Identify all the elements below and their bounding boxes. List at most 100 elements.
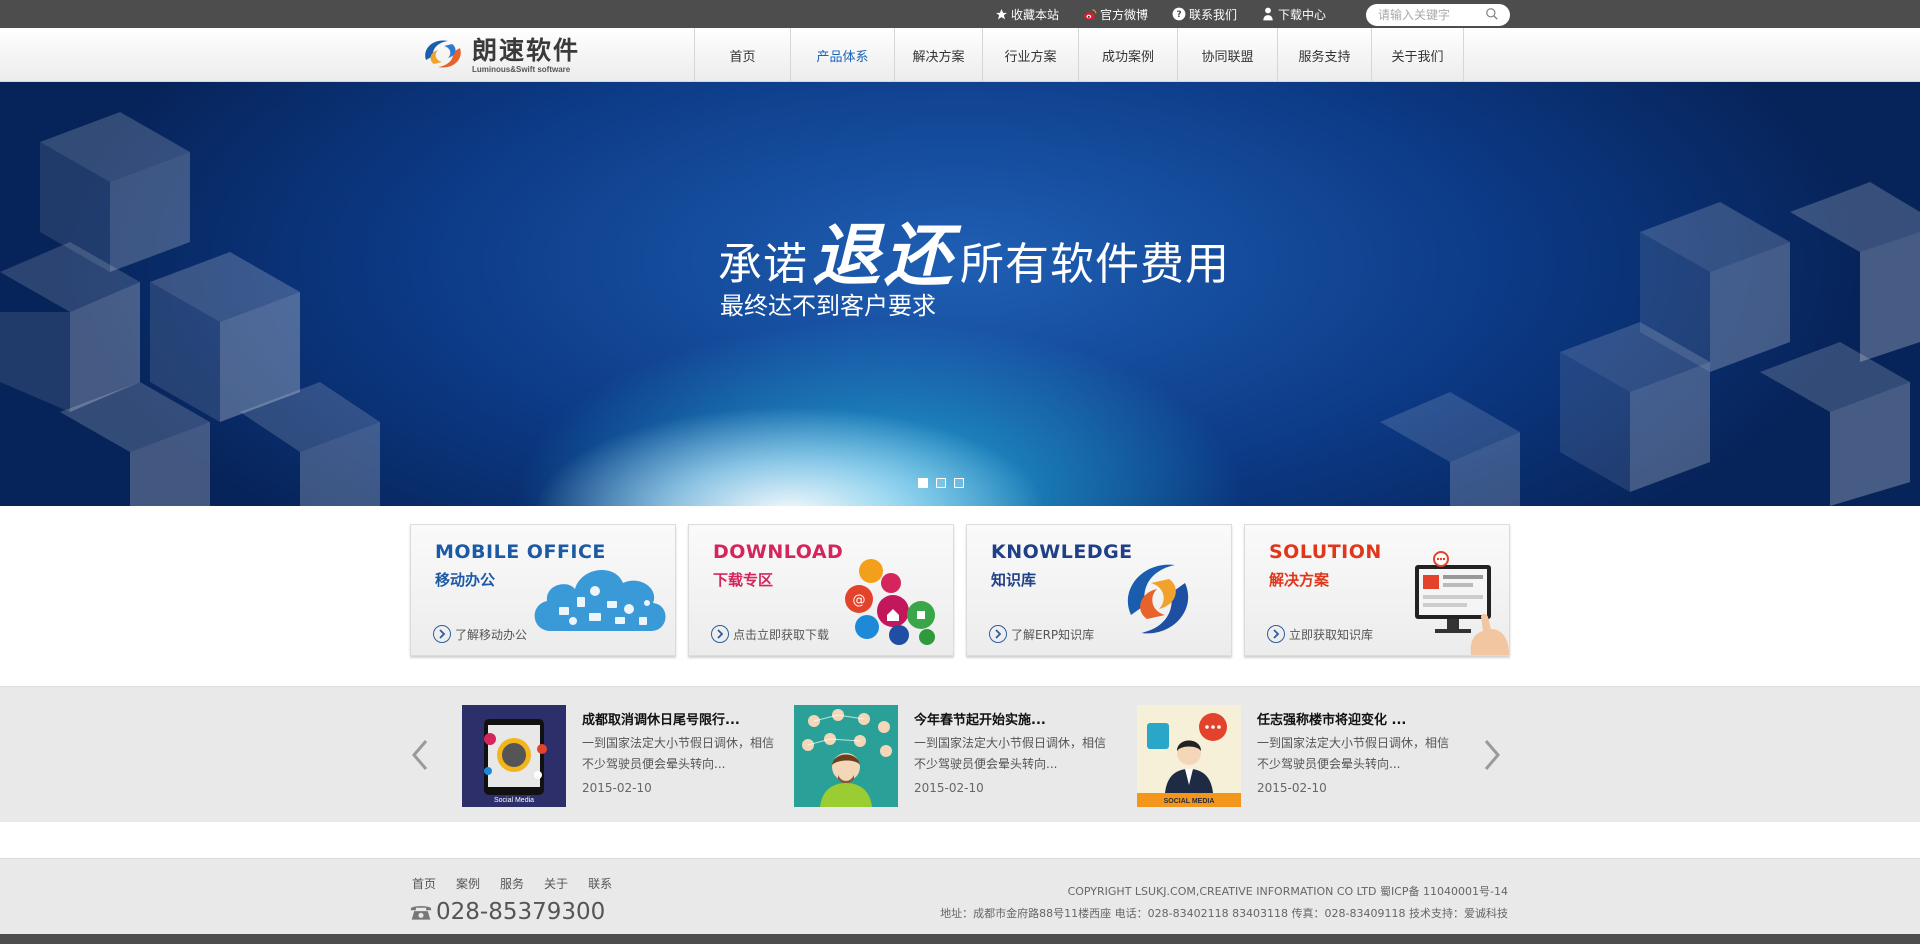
news-item[interactable]: Social Media 成都取消调休日尾号限行... 一到国家法定大小节假日调… [462, 705, 782, 807]
news-title[interactable]: 任志强称楼市将迎变化 ... [1257, 709, 1406, 728]
footer-link-home[interactable]: 首页 [412, 875, 436, 892]
chevron-left-icon [408, 740, 432, 779]
swirl-logo-icon [1117, 555, 1197, 647]
news-date: 2015-02-10 [582, 781, 652, 795]
news-thumbnail[interactable]: SOCIAL MEDIA [1137, 705, 1241, 807]
footer-nav: 首页 案例 服务 关于 联系 [412, 875, 632, 892]
news-thumbnail[interactable] [794, 705, 898, 807]
footer-link-contact[interactable]: 联系 [588, 875, 612, 892]
nav-industry[interactable]: 行业方案 [983, 28, 1079, 82]
weibo-icon [1083, 7, 1097, 21]
arrow-circle-icon [433, 625, 451, 643]
news-carousel: Social Media 成都取消调休日尾号限行... 一到国家法定大小节假日调… [0, 686, 1920, 822]
bookmark-label: 收藏本站 [1011, 7, 1060, 22]
nav-support[interactable]: 服务支持 [1278, 28, 1372, 82]
footer-phone: 028-85379300 [410, 899, 605, 925]
phone-number: 028-85379300 [436, 899, 606, 925]
arrow-circle-icon [1267, 625, 1285, 643]
card-link-label: 立即获取知识库 [1289, 627, 1374, 642]
card-link[interactable]: 了解ERP知识库 [989, 625, 1094, 643]
card-knowledge[interactable]: KNOWLEDGE 知识库 了解ERP知识库 [966, 524, 1232, 656]
banner-title-highlight: 退还 [812, 216, 957, 296]
card-link-label: 了解ERP知识库 [1011, 627, 1095, 642]
card-en-title: KNOWLEDGE [991, 541, 1133, 563]
logo-en-text: Luminous&Swift software [472, 65, 571, 74]
logo-swirl-icon [418, 34, 468, 78]
thumb-label: SOCIAL MEDIA [1164, 798, 1215, 805]
download-center-label: 下载中心 [1278, 7, 1327, 22]
news-title[interactable]: 今年春节起开始实施... [914, 709, 1046, 728]
phone-icon [410, 903, 432, 921]
card-cn-title: 移动办公 [435, 571, 496, 589]
banner-subtitle: 最终达不到客户要求 [720, 292, 936, 320]
card-cn-title: 解决方案 [1269, 571, 1330, 589]
card-en-title: SOLUTION [1269, 541, 1382, 563]
top-bar: 收藏本站 官方微博 ? 联系我们 下载中心 [0, 0, 1920, 28]
nav-solutions[interactable]: 解决方案 [895, 28, 983, 82]
news-desc: 一到国家法定大小节假日调休，相信不少驾驶员便会晕头转向... [1257, 736, 1450, 771]
footer-link-about[interactable]: 关于 [544, 875, 568, 892]
search-box [1366, 4, 1510, 26]
copyright-text: COPYRIGHT LSUKJ.COM,CREATIVE INFORMATION… [1067, 885, 1508, 898]
card-mobile-office[interactable]: MOBILE OFFICE 移动办公 了解移动办公 [410, 524, 676, 656]
news-desc: 一到国家法定大小节假日调休，相信不少驾驶员便会晕头转向... [914, 736, 1107, 771]
search-button[interactable] [1482, 5, 1502, 25]
news-thumbnail[interactable]: Social Media [462, 705, 566, 807]
slide-dot-2[interactable] [936, 478, 946, 488]
card-solution[interactable]: SOLUTION 解决方案 立即获取知识库 [1244, 524, 1510, 656]
top-links: 收藏本站 官方微博 ? 联系我们 下载中心 [994, 0, 1350, 28]
star-icon [994, 7, 1008, 21]
arrow-circle-icon [989, 625, 1007, 643]
nav-about[interactable]: 关于我们 [1372, 28, 1464, 82]
news-title[interactable]: 成都取消调休日尾号限行... [582, 709, 740, 728]
thumb-label: Social Media [494, 797, 534, 804]
weibo-link[interactable]: 官方微博 [1083, 6, 1148, 23]
footer-link-service[interactable]: 服务 [500, 875, 524, 892]
nav-cases[interactable]: 成功案例 [1079, 28, 1178, 82]
card-cn-title: 下载专区 [713, 571, 774, 589]
card-link[interactable]: 立即获取知识库 [1267, 625, 1373, 643]
logo[interactable]: 朗速软件 Luminous&Swift software [418, 34, 590, 78]
hero-banner[interactable]: 承诺 退还 所有软件费用 最终达不到客户要求 [0, 82, 1920, 506]
contact-label: 联系我们 [1189, 7, 1238, 22]
news-date: 2015-02-10 [1257, 781, 1327, 795]
footer-link-cases[interactable]: 案例 [456, 875, 480, 892]
news-prev-button[interactable] [408, 735, 432, 775]
slide-dot-3[interactable] [954, 478, 964, 488]
news-desc: 一到国家法定大小节假日调休，相信不少驾驶员便会晕头转向... [582, 736, 775, 771]
news-item[interactable]: SOCIAL MEDIA 任志强称楼市将迎变化 ... 一到国家法定大小节假日调… [1137, 705, 1457, 807]
news-item[interactable]: 今年春节起开始实施... 一到国家法定大小节假日调休，相信不少驾驶员便会晕头转向… [794, 705, 1114, 807]
news-next-button[interactable] [1480, 735, 1504, 775]
banner-title: 承诺 退还 所有软件费用 [718, 200, 1230, 299]
card-download[interactable]: DOWNLOAD 下载专区 点击立即获取下载 @ [688, 524, 954, 656]
main-nav: 首页 产品体系 解决方案 行业方案 成功案例 协同联盟 服务支持 关于我们 [694, 28, 1464, 82]
logo-cn-text: 朗速软件 [472, 36, 581, 65]
card-en-title: DOWNLOAD [713, 541, 844, 563]
search-input[interactable] [1378, 8, 1482, 22]
chevron-right-icon [1480, 740, 1504, 779]
apps-bubbles-icon: @ [837, 555, 941, 651]
download-icon [1261, 7, 1275, 21]
site-footer: 首页 案例 服务 关于 联系 028-85379300 COPYRIGHT LS… [0, 858, 1920, 934]
news-date: 2015-02-10 [914, 781, 984, 795]
nav-home[interactable]: 首页 [695, 28, 791, 82]
nav-alliance[interactable]: 协同联盟 [1178, 28, 1278, 82]
cloud-apps-icon [529, 557, 671, 639]
svg-text:?: ? [1176, 10, 1181, 20]
nav-products[interactable]: 产品体系 [791, 28, 895, 82]
card-link[interactable]: 点击立即获取下载 [711, 625, 829, 643]
feature-cards: MOBILE OFFICE 移动办公 了解移动办公 DOWNLOAD 下载专区 [410, 524, 1522, 656]
slide-dot-1[interactable] [918, 478, 928, 488]
site-header: 朗速软件 Luminous&Swift software 首页 产品体系 解决方… [0, 28, 1920, 82]
card-cn-title: 知识库 [991, 571, 1037, 589]
search-icon [1485, 6, 1499, 25]
bottom-bar [0, 934, 1920, 944]
arrow-circle-icon [711, 625, 729, 643]
bookmark-link[interactable]: 收藏本站 [994, 6, 1059, 23]
banner-title-part-1: 承诺 [718, 239, 808, 290]
svg-text:@: @ [853, 593, 866, 608]
card-link-label: 点击立即获取下载 [733, 627, 830, 642]
download-center-link[interactable]: 下载中心 [1261, 6, 1326, 23]
card-link[interactable]: 了解移动办公 [433, 625, 527, 643]
contact-link[interactable]: ? 联系我们 [1172, 6, 1237, 23]
